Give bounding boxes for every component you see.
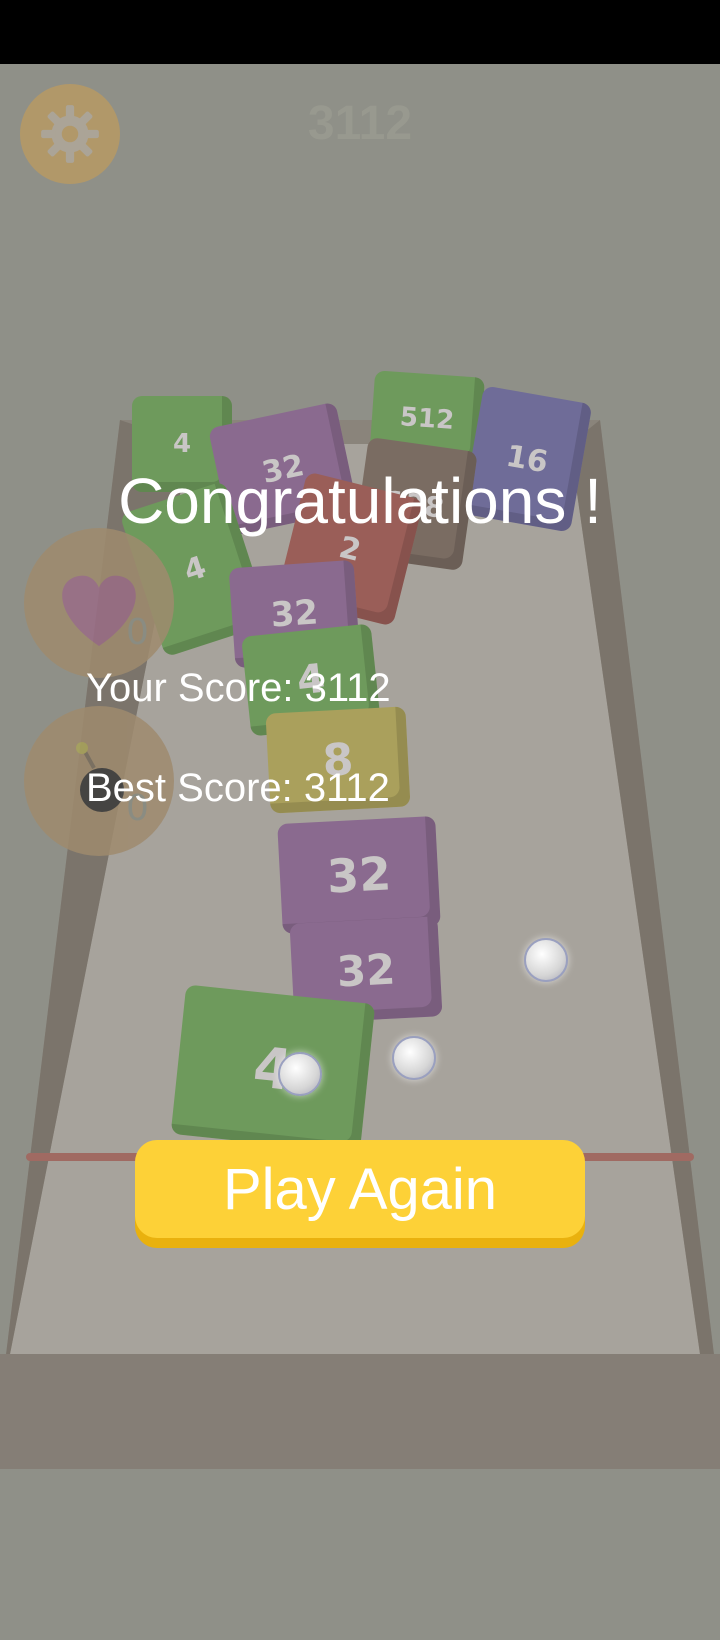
heart-powerup-button[interactable]: [24, 528, 174, 678]
play-again-label: Play Again: [222, 1156, 498, 1222]
your-score-label: Your Score: 3112: [86, 666, 391, 710]
coin-ball: [278, 1052, 322, 1096]
coin-ball: [524, 938, 568, 982]
board-front-edge: [0, 1354, 720, 1469]
current-score: 3112: [307, 97, 413, 150]
heart-icon: [62, 575, 136, 646]
status-bar: [0, 0, 720, 64]
coin-ball: [392, 1036, 436, 1080]
cube: 4: [170, 984, 376, 1154]
bottom-area: [0, 1469, 720, 1640]
heart-powerup-count: 0: [126, 612, 149, 653]
play-again-button[interactable]: Play Again: [135, 1140, 585, 1238]
congratulations-title: Congratulations !: [118, 465, 602, 537]
best-score-label: Best Score: 3112: [86, 766, 390, 810]
